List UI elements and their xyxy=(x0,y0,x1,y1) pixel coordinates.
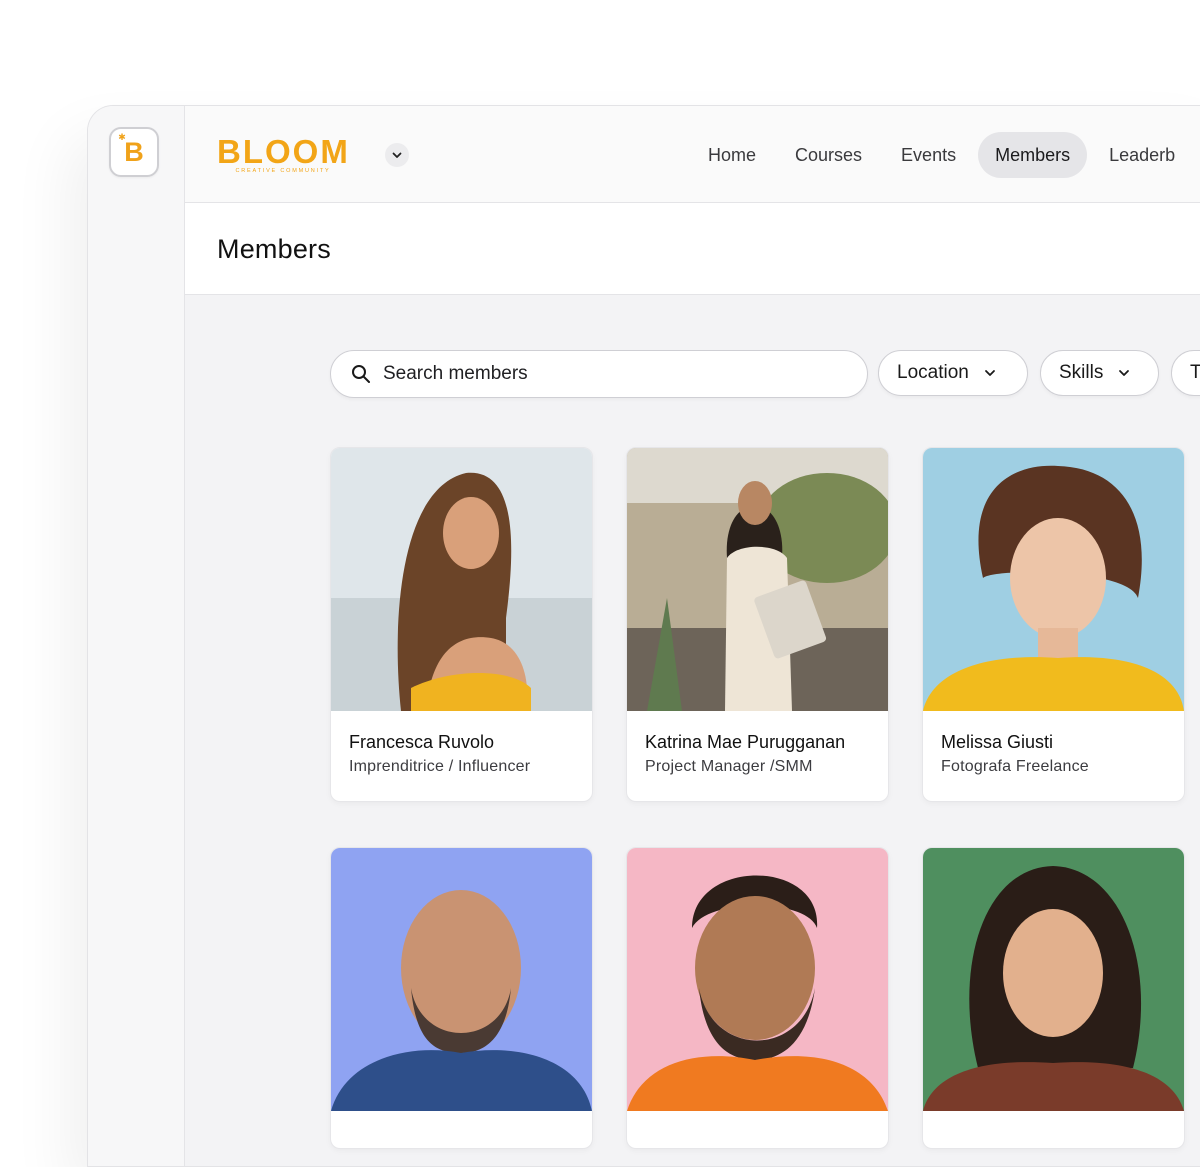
brand-logo[interactable]: BLOOM CREATIVE COMMUNITY xyxy=(217,134,349,180)
member-photo xyxy=(627,448,888,711)
member-role: Fotografa Freelance xyxy=(941,758,1089,775)
skills-filter-label: Skills xyxy=(1059,362,1104,383)
search-icon xyxy=(352,365,370,383)
location-filter[interactable]: Location xyxy=(878,350,1028,396)
member-name: Melissa Giusti xyxy=(941,732,1054,752)
nav-home[interactable]: Home xyxy=(691,132,773,178)
member-role: Imprenditrice / Influencer xyxy=(349,758,531,775)
member-card[interactable] xyxy=(626,847,889,1149)
brand-menu-button[interactable] xyxy=(385,143,409,167)
member-photo xyxy=(331,448,592,711)
third-filter[interactable]: T xyxy=(1171,350,1200,396)
page-header: Members xyxy=(185,203,1200,295)
third-filter-label: T xyxy=(1190,362,1200,384)
member-photo xyxy=(923,448,1184,711)
chevron-down-icon xyxy=(1119,370,1130,376)
app-window: B BLOOM CREATIVE COMMUNITY Home Courses … xyxy=(87,105,1200,1167)
left-rail: B xyxy=(88,106,185,1166)
member-photo xyxy=(627,848,888,1111)
member-name: Katrina Mae Purugganan xyxy=(645,732,846,752)
top-navbar: BLOOM CREATIVE COMMUNITY Home Courses Ev… xyxy=(185,106,1200,203)
main-nav: Home Courses Events Members Leaderb xyxy=(691,132,1197,178)
member-card[interactable]: Francesca Ruvolo Imprenditrice / Influen… xyxy=(330,447,593,802)
search-input[interactable] xyxy=(383,351,843,397)
logo-letter: B xyxy=(118,132,143,168)
chevron-down-icon xyxy=(392,152,402,158)
nav-leaderboard[interactable]: Leaderb xyxy=(1092,132,1192,178)
member-search xyxy=(330,350,868,398)
skills-filter[interactable]: Skills xyxy=(1040,350,1159,396)
member-photo xyxy=(331,848,592,1111)
nav-members[interactable]: Members xyxy=(978,132,1088,178)
member-role: Project Manager /SMM xyxy=(645,758,813,775)
community-switcher-logo[interactable]: B xyxy=(109,127,159,177)
brand-tagline: CREATIVE COMMUNITY xyxy=(235,168,331,174)
member-card[interactable]: Melissa Giusti Fotografa Freelance xyxy=(922,447,1185,802)
page-title: Members xyxy=(217,234,331,264)
member-card[interactable]: Katrina Mae Purugganan Project Manager /… xyxy=(626,447,889,802)
member-photo xyxy=(923,848,1184,1111)
nav-events[interactable]: Events xyxy=(884,132,973,178)
chevron-down-icon xyxy=(984,370,995,376)
member-card[interactable] xyxy=(330,847,593,1149)
brand-name: BLOOM xyxy=(217,133,350,170)
nav-courses[interactable]: Courses xyxy=(778,132,879,178)
member-card[interactable] xyxy=(922,847,1185,1149)
location-filter-label: Location xyxy=(897,362,969,383)
member-name: Francesca Ruvolo xyxy=(349,732,495,752)
